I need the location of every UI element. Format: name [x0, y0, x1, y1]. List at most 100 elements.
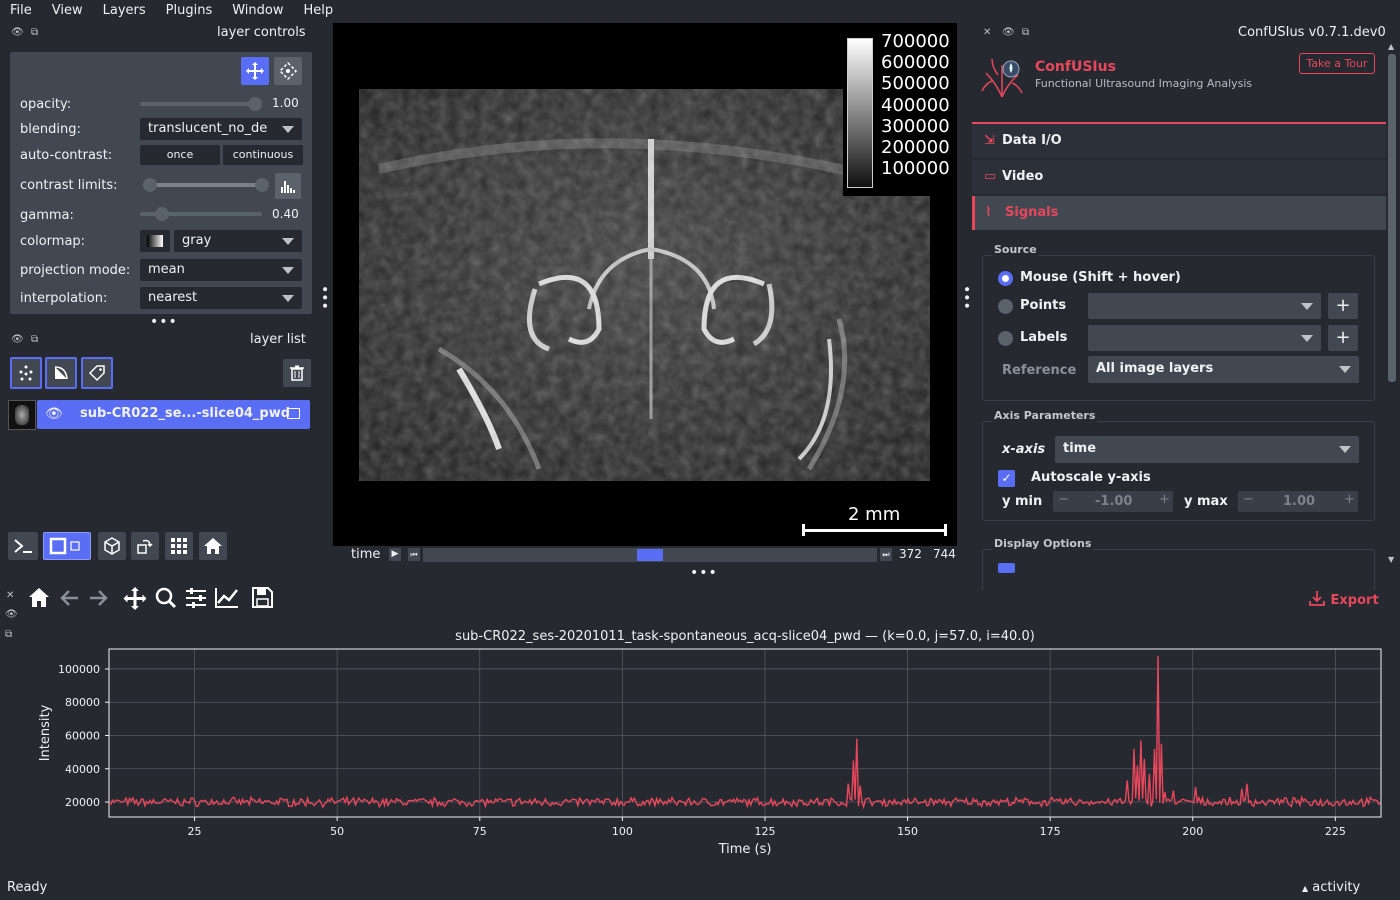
- save-icon[interactable]: [252, 587, 273, 608]
- time-slider[interactable]: [423, 548, 877, 562]
- contrast-min-handle[interactable]: [143, 178, 157, 192]
- labels-radio[interactable]: [998, 331, 1013, 346]
- new-shapes-layer-button[interactable]: [45, 357, 77, 389]
- float-icon[interactable]: ⧉: [31, 27, 38, 38]
- new-labels-layer-button[interactable]: [81, 357, 113, 389]
- transform-button[interactable]: [274, 57, 302, 85]
- chart-edit-icon[interactable]: [215, 588, 238, 608]
- auto-contrast-continuous-button[interactable]: continuous: [223, 145, 303, 165]
- splitter-handle[interactable]: •••: [316, 285, 332, 310]
- menu-window[interactable]: Window: [222, 3, 293, 18]
- contrast-max-handle[interactable]: [255, 178, 269, 192]
- scroll-down-icon[interactable]: ▼: [1388, 555, 1394, 564]
- mouse-radio[interactable]: [998, 271, 1013, 286]
- nav-video[interactable]: ▭ Video: [972, 160, 1386, 194]
- close-icon[interactable]: ✕: [6, 590, 14, 601]
- projection-mode-select[interactable]: mean: [140, 259, 302, 281]
- roll-axes-button[interactable]: [98, 532, 126, 560]
- y-min-spinbox[interactable]: − -1.00 +: [1053, 491, 1173, 512]
- histogram-button[interactable]: [275, 173, 301, 199]
- visibility-toggle-icon[interactable]: 👁: [11, 334, 24, 345]
- histogram-icon: [281, 181, 295, 193]
- splitter-handle[interactable]: •••: [690, 565, 718, 581]
- console-button[interactable]: [8, 532, 38, 560]
- visibility-toggle-icon[interactable]: 👁: [5, 609, 18, 620]
- plugin-scrollbar[interactable]: ▲ ▼: [1387, 40, 1397, 568]
- back-arrow-icon[interactable]: [60, 590, 78, 606]
- layer-name[interactable]: sub-CR022_se...-slice04_pwd: [80, 406, 290, 421]
- y-max-label: y max: [1184, 494, 1228, 509]
- delete-layer-button[interactable]: [283, 359, 311, 387]
- signal-plot[interactable]: sub-CR022_ses-20201011_task-spontaneous_…: [0, 620, 1400, 860]
- colormap-select[interactable]: gray: [174, 230, 302, 252]
- auto-contrast-once-button[interactable]: once: [140, 145, 220, 165]
- blending-select[interactable]: translucent_no_de: [140, 118, 302, 140]
- colormap-value: gray: [182, 233, 212, 248]
- add-points-button[interactable]: +: [1328, 293, 1358, 319]
- close-icon[interactable]: ✕: [983, 27, 991, 38]
- visibility-toggle-icon[interactable]: 👁: [11, 27, 24, 38]
- gamma-slider-handle[interactable]: [154, 207, 169, 221]
- take-tour-button[interactable]: Take a Tour: [1299, 53, 1375, 74]
- grid-view-button[interactable]: [165, 532, 193, 560]
- forward-arrow-icon[interactable]: [90, 590, 108, 606]
- layer-item[interactable]: 👁 sub-CR022_se...-slice04_pwd: [37, 400, 310, 429]
- tag-icon: [88, 365, 105, 382]
- reset-view-button[interactable]: [199, 532, 227, 560]
- splitter-handle[interactable]: •••: [958, 285, 974, 310]
- play-icon[interactable]: ▶: [389, 548, 401, 561]
- menu-view[interactable]: View: [42, 3, 93, 18]
- menu-help[interactable]: Help: [294, 3, 344, 18]
- contrast-limits-slider[interactable]: [146, 183, 266, 187]
- scrollbar-thumb[interactable]: [1388, 54, 1396, 382]
- visibility-toggle-icon[interactable]: 👁: [1002, 27, 1015, 38]
- export-button[interactable]: Export: [1308, 589, 1379, 608]
- projection-mode-value: mean: [148, 262, 185, 277]
- menu-file[interactable]: File: [0, 3, 42, 18]
- transpose-button[interactable]: [131, 532, 159, 560]
- mouse-option-label[interactable]: Mouse (Shift + hover): [1020, 270, 1181, 285]
- labels-layer-select[interactable]: [1088, 325, 1321, 351]
- y-max-spinbox[interactable]: − 1.00 +: [1238, 491, 1358, 512]
- plus-icon[interactable]: +: [1159, 492, 1170, 507]
- display-checkbox[interactable]: [998, 563, 1015, 573]
- menu-layers[interactable]: Layers: [93, 3, 156, 18]
- float-icon[interactable]: ⧉: [1022, 27, 1029, 38]
- pan-icon[interactable]: [123, 587, 147, 610]
- new-points-layer-button[interactable]: [10, 357, 42, 389]
- menu-plugins[interactable]: Plugins: [156, 3, 223, 18]
- zoom-icon[interactable]: [155, 587, 177, 609]
- minus-icon[interactable]: −: [1243, 492, 1254, 507]
- plus-icon[interactable]: +: [1344, 492, 1355, 507]
- add-labels-button[interactable]: +: [1328, 325, 1358, 351]
- float-icon[interactable]: ⧉: [31, 334, 38, 345]
- step-forward-icon[interactable]: ⏭: [880, 548, 892, 561]
- interpolation-select[interactable]: nearest: [140, 287, 302, 309]
- time-slider-handle[interactable]: [637, 549, 663, 561]
- reference-select[interactable]: All image layers: [1088, 356, 1359, 383]
- x-axis-select[interactable]: time: [1055, 436, 1359, 463]
- ndisplay-button[interactable]: [43, 532, 91, 560]
- nav-data-io[interactable]: ⇲ Data I/O: [972, 124, 1386, 158]
- points-layer-select[interactable]: [1088, 293, 1321, 319]
- splitter-handle[interactable]: •••: [150, 314, 178, 330]
- plot-ticks: 25 50 75 100 125 150 175 200 225 20000 40000 60000 8…: [58, 663, 1346, 838]
- opacity-slider-handle[interactable]: [248, 97, 262, 111]
- scroll-up-icon[interactable]: ▲: [1388, 42, 1394, 51]
- opacity-slider[interactable]: [140, 102, 255, 106]
- nav-signals[interactable]: ⌇ Signals: [972, 196, 1386, 230]
- colorbar-tick: 400000: [881, 94, 950, 116]
- minus-icon[interactable]: −: [1058, 492, 1069, 507]
- activity-button[interactable]: ▲ activity: [1302, 880, 1360, 895]
- autoscale-label[interactable]: Autoscale y-axis: [1031, 470, 1151, 485]
- pan-zoom-button[interactable]: [241, 57, 269, 85]
- points-radio[interactable]: [998, 299, 1013, 314]
- home-icon[interactable]: [29, 588, 49, 607]
- autoscale-checkbox[interactable]: ✓: [998, 470, 1015, 487]
- time-current-value[interactable]: 372: [899, 547, 922, 561]
- labels-option-label[interactable]: Labels: [1020, 330, 1067, 345]
- step-back-icon[interactable]: ⏮: [408, 548, 420, 561]
- eye-icon[interactable]: 👁: [45, 406, 63, 422]
- settings-sliders-icon[interactable]: [186, 588, 206, 608]
- points-option-label[interactable]: Points: [1020, 298, 1066, 313]
